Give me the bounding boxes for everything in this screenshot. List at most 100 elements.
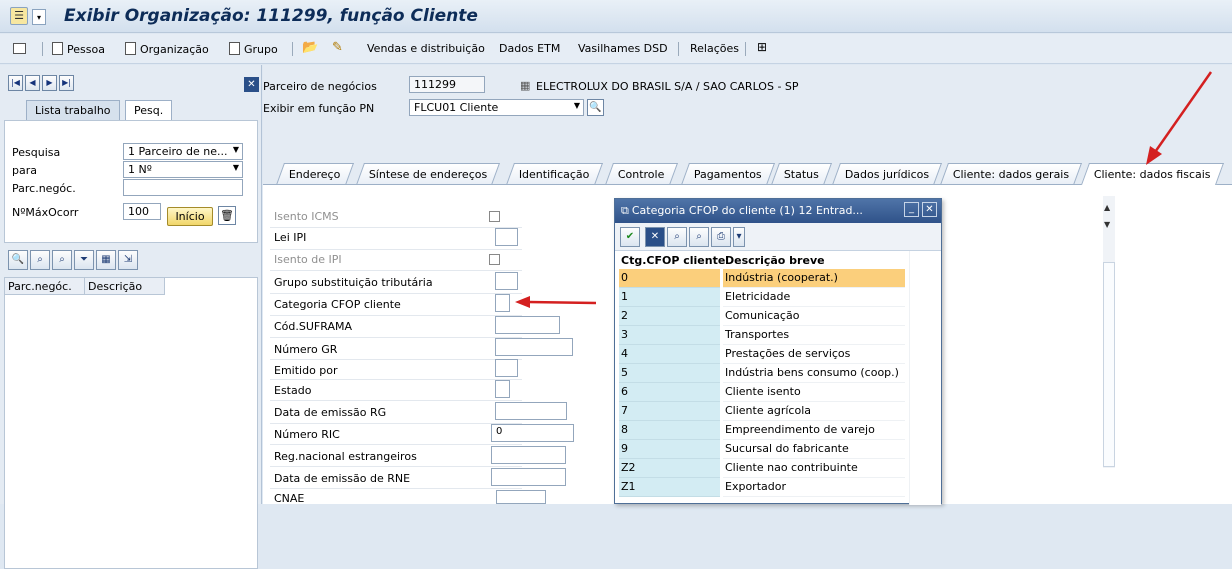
col-ctg-cfop[interactable]: Ctg.CFOP cliente bbox=[619, 252, 725, 269]
edit-pencil-icon[interactable]: ✎ bbox=[332, 40, 343, 55]
cfop-code-cell[interactable]: 1 bbox=[619, 288, 720, 307]
close-icon[interactable]: ✕ bbox=[922, 202, 937, 217]
scroll-thumb[interactable] bbox=[1103, 262, 1115, 467]
confirm-check-icon[interactable]: ✔ bbox=[620, 227, 640, 247]
cfop-description-cell[interactable]: Exportador bbox=[723, 478, 905, 497]
close-x-icon[interactable]: ✕ bbox=[244, 77, 259, 92]
cfop-code-cell[interactable]: 5 bbox=[619, 364, 720, 383]
toolbar-pessoa-button[interactable]: Pessoa bbox=[52, 42, 105, 56]
tab-status[interactable]: Status bbox=[770, 163, 833, 185]
find-icon[interactable]: ⌕ bbox=[30, 250, 50, 270]
data-rne-input[interactable] bbox=[491, 468, 566, 486]
tab-cliente-dados-gerais[interactable]: Cliente: dados gerais bbox=[939, 163, 1083, 185]
popup-row[interactable]: 5 Indústria bens consumo (coop.) bbox=[619, 364, 905, 383]
popup-row[interactable]: 4 Prestações de serviços bbox=[619, 345, 905, 364]
search-help-icon[interactable]: 🔍 bbox=[587, 99, 604, 116]
tab-identificacao[interactable]: Identificação bbox=[505, 163, 603, 185]
para-select[interactable]: 1 Nº ▼ bbox=[123, 161, 243, 178]
tab-lista-trabalho[interactable]: Lista trabalho bbox=[26, 100, 120, 120]
tab-pagamentos[interactable]: Pagamentos bbox=[680, 163, 775, 185]
tab-endereco[interactable]: Endereço bbox=[275, 163, 354, 185]
export-icon[interactable]: ⇲ bbox=[118, 250, 138, 270]
lei-ipi-input[interactable] bbox=[495, 228, 518, 246]
numero-gr-input[interactable] bbox=[495, 338, 573, 356]
cfop-description-cell[interactable]: Empreendimento de varejo bbox=[723, 421, 905, 440]
search-icon[interactable]: 🔍 bbox=[8, 250, 28, 270]
layout-toggle-icon[interactable] bbox=[13, 42, 30, 55]
emitido-por-input[interactable] bbox=[495, 359, 518, 377]
popup-row[interactable]: 2 Comunicação bbox=[619, 307, 905, 326]
popup-row[interactable]: Z2 Cliente nao contribuinte bbox=[619, 459, 905, 478]
cfop-description-cell[interactable]: Indústria (cooperat.) bbox=[723, 269, 905, 288]
cfop-code-cell[interactable]: 3 bbox=[619, 326, 720, 345]
col-descricao[interactable]: Descrição bbox=[85, 278, 165, 295]
data-rg-input[interactable] bbox=[495, 402, 567, 420]
open-folder-icon[interactable]: 📂 bbox=[302, 40, 318, 55]
isento-icms-checkbox[interactable] bbox=[489, 211, 500, 222]
nmax-input[interactable]: 100 bbox=[123, 203, 161, 220]
minimize-icon[interactable]: _ bbox=[904, 202, 919, 217]
toolbar-relacoes-button[interactable]: Relações bbox=[690, 42, 739, 55]
layout-icon[interactable]: ▦ bbox=[96, 250, 116, 270]
estado-input[interactable] bbox=[495, 380, 510, 398]
cfop-description-cell[interactable]: Cliente nao contribuinte bbox=[723, 459, 905, 478]
popup-row[interactable]: 3 Transportes bbox=[619, 326, 905, 345]
col-descricao-breve[interactable]: Descrição breve bbox=[723, 252, 905, 269]
grupo-subst-input[interactable] bbox=[495, 272, 518, 290]
categoria-cfop-input[interactable] bbox=[495, 294, 510, 312]
scroll-down-icon[interactable]: ▼ bbox=[1104, 220, 1110, 229]
dropdown-arrow-icon[interactable]: ▾ bbox=[733, 227, 745, 247]
system-menu-dropdown-icon[interactable]: ▾ bbox=[32, 9, 46, 25]
funcao-select[interactable]: FLCU01 Cliente ▼ bbox=[409, 99, 584, 116]
cfop-code-cell[interactable]: 6 bbox=[619, 383, 720, 402]
first-page-icon[interactable]: |◀ bbox=[8, 75, 23, 91]
last-page-icon[interactable]: ▶| bbox=[59, 75, 74, 91]
print-icon[interactable]: ⎙ bbox=[711, 227, 731, 247]
cancel-x-icon[interactable]: ✕ bbox=[645, 227, 665, 247]
tab-controle[interactable]: Controle bbox=[604, 163, 678, 185]
cfop-description-cell[interactable]: Cliente agrícola bbox=[723, 402, 905, 421]
previous-page-icon[interactable]: ◀ bbox=[25, 75, 40, 91]
cfop-description-cell[interactable]: Sucursal do fabricante bbox=[723, 440, 905, 459]
cfop-code-cell[interactable]: 9 bbox=[619, 440, 720, 459]
parc-negoc-input[interactable] bbox=[123, 179, 243, 196]
cnae-input[interactable] bbox=[496, 490, 546, 504]
cfop-code-cell[interactable]: Z2 bbox=[619, 459, 720, 478]
popup-row[interactable]: 8 Empreendimento de varejo bbox=[619, 421, 905, 440]
find-next-icon[interactable]: ⌕ bbox=[689, 227, 709, 247]
pesquisa-select[interactable]: 1 Parceiro de ne... ▼ bbox=[123, 143, 243, 160]
cfop-description-cell[interactable]: Prestações de serviços bbox=[723, 345, 905, 364]
cfop-description-cell[interactable]: Transportes bbox=[723, 326, 905, 345]
toolbar-dados-etm-button[interactable]: Dados ETM bbox=[499, 42, 560, 55]
reg-estrangeiros-input[interactable] bbox=[491, 446, 566, 464]
scroll-up-icon[interactable]: ▲ bbox=[1104, 203, 1110, 212]
cfop-description-cell[interactable]: Eletricidade bbox=[723, 288, 905, 307]
find-icon[interactable]: ⌕ bbox=[667, 227, 687, 247]
find-next-icon[interactable]: ⌕ bbox=[52, 250, 72, 270]
tab-sintese-enderecos[interactable]: Síntese de endereços bbox=[355, 163, 501, 185]
tab-cliente-dados-fiscais[interactable]: Cliente: dados fiscais bbox=[1080, 163, 1224, 185]
suframa-input[interactable] bbox=[495, 316, 560, 334]
hierarchy-icon[interactable]: ⊞ bbox=[757, 40, 767, 54]
cfop-code-cell[interactable]: 8 bbox=[619, 421, 720, 440]
toolbar-vendas-button[interactable]: Vendas e distribuição bbox=[367, 42, 485, 55]
cfop-code-cell[interactable]: 0 bbox=[619, 269, 720, 288]
popup-row[interactable]: 9 Sucursal do fabricante bbox=[619, 440, 905, 459]
cfop-description-cell[interactable]: Cliente isento bbox=[723, 383, 905, 402]
popup-row[interactable]: 0 Indústria (cooperat.) bbox=[619, 269, 905, 288]
cfop-code-cell[interactable]: 2 bbox=[619, 307, 720, 326]
next-page-icon[interactable]: ▶ bbox=[42, 75, 57, 91]
toolbar-grupo-button[interactable]: Grupo bbox=[229, 42, 278, 56]
popup-row[interactable]: Z1 Exportador bbox=[619, 478, 905, 497]
popup-row[interactable]: 1 Eletricidade bbox=[619, 288, 905, 307]
isento-ipi-checkbox[interactable] bbox=[489, 254, 500, 265]
popup-row[interactable]: 6 Cliente isento bbox=[619, 383, 905, 402]
cfop-code-cell[interactable]: 7 bbox=[619, 402, 720, 421]
inicio-button[interactable]: Início bbox=[167, 207, 213, 226]
col-parc-negoc[interactable]: Parc.negóc. bbox=[5, 278, 85, 295]
filter-icon[interactable]: ⏷ bbox=[74, 250, 94, 270]
cfop-description-cell[interactable]: Comunicação bbox=[723, 307, 905, 326]
numero-ric-input[interactable]: 0 bbox=[491, 424, 574, 442]
cfop-code-cell[interactable]: 4 bbox=[619, 345, 720, 364]
system-menu-icon[interactable]: ☰ bbox=[10, 7, 28, 25]
